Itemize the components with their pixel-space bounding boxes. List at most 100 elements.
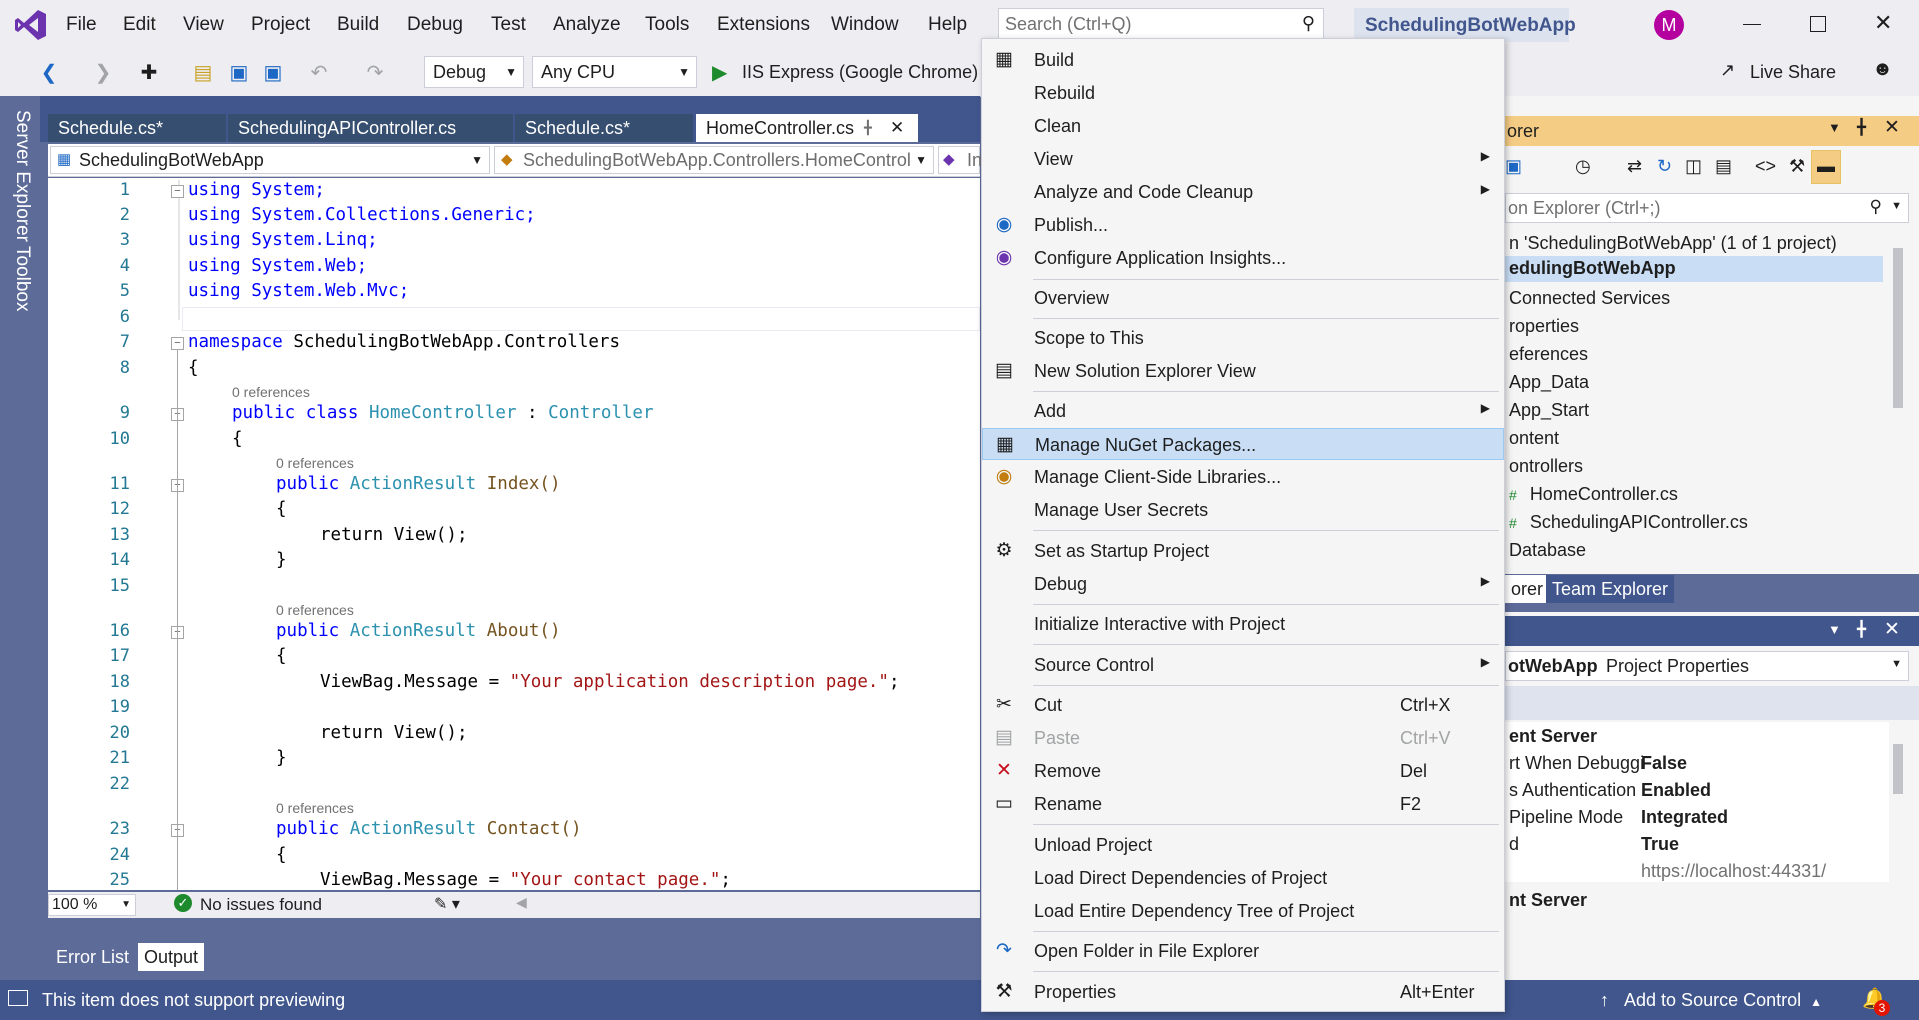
toolbox-tab[interactable]: Toolbox [11, 246, 33, 312]
tab-team-explorer[interactable]: Team Explorer [1546, 575, 1675, 603]
platform-select[interactable]: Any CPU ▼ [532, 56, 697, 88]
menu-item-rebuild[interactable]: Rebuild [982, 77, 1504, 109]
tree-item[interactable]: ontent [1509, 428, 1559, 449]
menu-item-user-secrets[interactable]: Manage User Secrets [982, 494, 1504, 526]
tree-item[interactable]: Connected Services [1509, 288, 1670, 309]
pin-icon[interactable]: ╋ [864, 114, 872, 142]
tab-output[interactable]: Output [138, 943, 205, 971]
pin-icon[interactable]: ╋ [1857, 118, 1866, 136]
open-folder-icon[interactable]: ▤ [192, 62, 214, 84]
property-value[interactable]: Enabled [1641, 780, 1711, 801]
member-nav-select[interactable]: ◆ In [938, 146, 982, 174]
panel-menu-icon[interactable]: ▼ [1828, 622, 1841, 637]
undo-icon[interactable]: ↶ [308, 62, 330, 84]
tree-item-file[interactable]: # HomeController.cs [1509, 484, 1678, 505]
refresh-icon[interactable]: ↻ [1657, 156, 1672, 177]
properties-object-select[interactable]: otWebApp Project Properties ▼ [1505, 651, 1909, 681]
vertical-scrollbar[interactable] [1889, 228, 1907, 568]
tab-home-controller[interactable]: HomeController.cs ╋ ✕ [696, 114, 918, 142]
menu-help[interactable]: Help [928, 14, 967, 36]
close-panel-icon[interactable]: ✕ [1884, 618, 1900, 641]
collapse-all-icon[interactable]: ◫ [1685, 156, 1702, 177]
run-button[interactable]: ▶ IIS Express (Google Chrome) [710, 58, 980, 86]
preview-toggle-icon[interactable]: ▬ [1811, 150, 1841, 184]
tree-item[interactable]: App_Data [1509, 372, 1589, 393]
menu-item-add[interactable]: Add ▶ [982, 395, 1504, 427]
tab-schedule-1[interactable]: Schedule.cs* [48, 114, 226, 142]
zoom-select[interactable]: 100 % ▼ [48, 894, 136, 916]
scroll-left-icon[interactable]: ◀ [516, 894, 527, 911]
close-icon[interactable]: ✕ [1874, 10, 1892, 36]
collapse-icon[interactable]: − [171, 185, 184, 198]
reference-count[interactable]: 0 references [276, 602, 354, 618]
menu-build[interactable]: Build [337, 14, 379, 36]
code-view-icon[interactable]: <> [1755, 156, 1776, 177]
tree-item[interactable]: App_Start [1509, 400, 1589, 421]
project-nav-select[interactable]: ▦ SchedulingBotWebApp ▼ [50, 146, 490, 174]
collapse-icon[interactable]: − [171, 337, 184, 350]
menu-item-build[interactable]: ▦ Build [982, 44, 1504, 76]
property-value[interactable]: False [1641, 753, 1687, 774]
property-value[interactable]: https://localhost:44331/ [1641, 861, 1826, 882]
reference-count[interactable]: 0 references [232, 384, 310, 400]
forward-icon[interactable]: ❯ [92, 62, 114, 84]
tab-schedule-2[interactable]: Schedule.cs* [515, 114, 693, 142]
scrollbar-thumb[interactable] [1893, 248, 1903, 408]
menu-extensions[interactable]: Extensions [717, 14, 810, 36]
menu-item-publish[interactable]: ◉ Publish... [982, 209, 1504, 241]
menu-item-scope[interactable]: Scope to This [982, 322, 1504, 354]
menu-item-open-folder[interactable]: ↷ Open Folder in File Explorer [982, 935, 1504, 967]
tab-solution-explorer[interactable]: orer [1505, 575, 1550, 603]
home-icon[interactable]: ▣ [1505, 156, 1522, 177]
tab-error-list[interactable]: Error List [50, 943, 135, 971]
project-item[interactable]: edulingBotWebApp [1509, 258, 1676, 279]
tree-item[interactable]: Database [1509, 540, 1586, 561]
live-share-button[interactable]: ↗ Live Share [1720, 58, 1855, 86]
menu-item-paste[interactable]: ▤ Paste Ctrl+V [982, 722, 1504, 754]
minimize-icon[interactable] [1743, 24, 1761, 25]
menu-item-load-tree[interactable]: Load Entire Dependency Tree of Project [982, 895, 1504, 927]
menu-project[interactable]: Project [251, 14, 310, 36]
menu-edit[interactable]: Edit [123, 14, 156, 36]
add-to-source-control-button[interactable]: ↑ Add to Source Control ▲ [1600, 990, 1822, 1011]
menu-item-cut[interactable]: ✂ Cut Ctrl+X [982, 689, 1504, 721]
menu-item-overview[interactable]: Overview [982, 282, 1504, 314]
properties-wrench-icon[interactable]: ⚒ [1789, 156, 1805, 177]
restore-icon[interactable] [1810, 16, 1826, 32]
reference-count[interactable]: 0 references [276, 455, 354, 471]
menu-tools[interactable]: Tools [645, 14, 689, 36]
close-tab-icon[interactable]: ✕ [890, 114, 904, 142]
tree-item[interactable]: roperties [1509, 316, 1579, 337]
show-all-icon[interactable]: ▤ [1715, 156, 1732, 177]
menu-item-rename[interactable]: ▭ Rename F2 [982, 788, 1504, 820]
scrollbar-thumb[interactable] [1893, 744, 1903, 794]
menu-item-properties[interactable]: ⚒ Properties Alt+Enter [982, 976, 1504, 1008]
back-icon[interactable]: ❮ [38, 62, 60, 84]
solution-root-item[interactable]: n 'SchedulingBotWebApp' (1 of 1 project) [1509, 233, 1837, 254]
menu-item-source-control[interactable]: Source Control ▶ [982, 649, 1504, 681]
menu-item-startup[interactable]: ⚙ Set as Startup Project [982, 535, 1504, 567]
redo-icon[interactable]: ↷ [364, 62, 386, 84]
history-icon[interactable]: ◷ [1575, 156, 1591, 177]
class-nav-select[interactable]: ◆ SchedulingBotWebApp.Controllers.HomeCo… [494, 146, 934, 174]
menu-item-nuget[interactable]: ▦ Manage NuGet Packages... [982, 428, 1504, 460]
property-value[interactable]: Integrated [1641, 807, 1728, 828]
new-project-icon[interactable]: ✚ [138, 62, 160, 84]
properties-scrollbar[interactable] [1889, 722, 1907, 872]
menu-test[interactable]: Test [491, 14, 526, 36]
menu-item-client-libs[interactable]: ◉ Manage Client-Side Libraries... [982, 461, 1504, 493]
reference-count[interactable]: 0 references [276, 800, 354, 816]
tree-item[interactable]: ontrollers [1509, 456, 1583, 477]
menu-analyze[interactable]: Analyze [553, 14, 621, 36]
menu-item-insights[interactable]: ◉ Configure Application Insights... [982, 242, 1504, 274]
close-panel-icon[interactable]: ✕ [1884, 116, 1900, 139]
tree-item-file[interactable]: # SchedulingAPIController.cs [1509, 512, 1748, 533]
server-explorer-tab[interactable]: Server Explorer [11, 110, 33, 242]
menu-item-debug[interactable]: Debug ▶ [982, 568, 1504, 600]
menu-window[interactable]: Window [831, 14, 899, 36]
menu-item-unload[interactable]: Unload Project [982, 829, 1504, 861]
save-all-icon[interactable]: ▣ [262, 62, 284, 84]
sync-icon[interactable]: ⇄ [1627, 156, 1642, 177]
panel-menu-icon[interactable]: ▼ [1828, 120, 1841, 135]
menu-view[interactable]: View [183, 14, 224, 36]
